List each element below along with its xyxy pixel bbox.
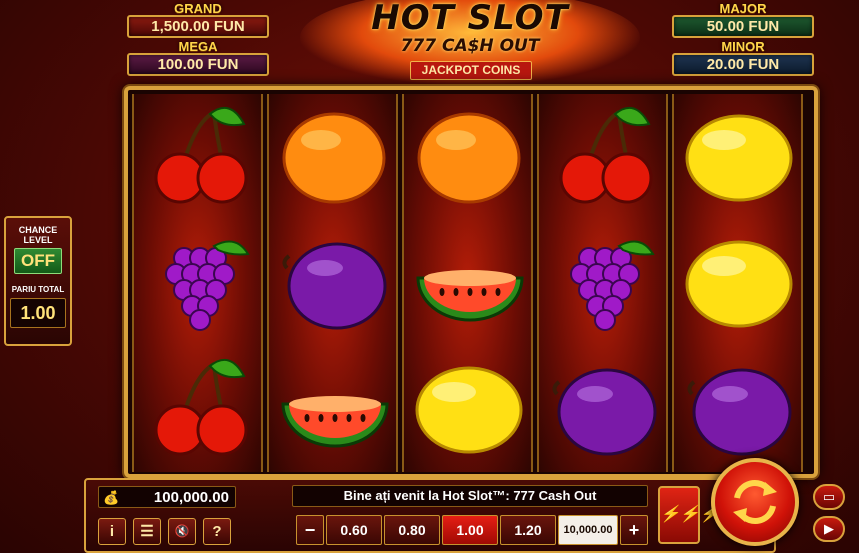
reel-cell-plum <box>674 346 805 472</box>
plum-icon <box>282 242 387 330</box>
reel-cell-lemon <box>674 220 805 346</box>
chance-level-label: CHANCE LEVEL <box>18 225 58 245</box>
plum-icon <box>552 368 657 456</box>
chance-level-toggle[interactable]: OFF <box>14 248 62 274</box>
bet-option[interactable]: 1.20 <box>500 515 556 545</box>
reel-cell-watermelon <box>269 346 400 472</box>
grapes-icon <box>570 240 655 331</box>
reel-cell-cherries <box>539 94 670 220</box>
reel-2 <box>267 94 398 472</box>
jackpot-minor-value: 20.00 FUN <box>672 53 814 76</box>
bet-plus-button[interactable]: + <box>620 515 648 545</box>
jackpot-grand-title: GRAND <box>174 1 222 16</box>
reel-cell-grapes <box>134 220 265 346</box>
reel-cell-grapes <box>539 220 670 346</box>
watermelon-icon <box>416 270 524 322</box>
money-bag-icon: 💰 <box>103 490 120 505</box>
reel-cell-orange <box>269 94 400 220</box>
reel-cell-lemon <box>404 346 535 472</box>
reel-4 <box>537 94 668 472</box>
total-bet-label: PARIU TOTAL <box>11 285 65 294</box>
help-button[interactable]: ? <box>203 518 231 545</box>
reels-frame <box>124 86 818 478</box>
jackpot-major-title: MAJOR <box>719 1 767 16</box>
spin-button[interactable] <box>711 458 799 546</box>
reel-3 <box>402 94 533 472</box>
grapes-icon <box>165 240 250 331</box>
reel-cell-lemon <box>674 94 805 220</box>
jackpot-mega: MEGA 100.00 FUN <box>127 40 269 76</box>
reel-cell-plum <box>539 346 670 472</box>
jackpot-mega-value: 100.00 FUN <box>127 53 269 76</box>
orange-icon <box>417 112 521 204</box>
jackpot-major: MAJOR 50.00 FUN <box>672 2 814 38</box>
game-logo: HOT SLOT 777 CA$H OUT JACKPOT COINS <box>300 0 640 85</box>
reel-cell-orange <box>404 94 535 220</box>
welcome-message: Bine ați venit la Hot Slot™: 777 Cash Ou… <box>292 485 648 507</box>
jackpot-mega-title: MEGA <box>178 39 218 54</box>
turbo-button[interactable]: ⚡⚡⚡ <box>658 486 720 544</box>
jackpot-grand: GRAND 1,500.00 FUN <box>127 2 269 38</box>
logo-subtitle: 777 CA$H OUT <box>400 36 540 56</box>
total-bet-value: 1.00 <box>10 298 66 328</box>
sound-button[interactable]: 🔇 <box>168 518 196 545</box>
chance-panel: CHANCE LEVEL OFF PARIU TOTAL 1.00 <box>4 216 72 346</box>
menu-button[interactable]: ☰ <box>133 518 161 545</box>
reel-cell-watermelon <box>404 220 535 346</box>
watermelon-icon <box>281 396 389 448</box>
slot-machine-icon: ▭ <box>822 489 836 504</box>
plum-icon <box>687 368 792 456</box>
bet-option[interactable]: 0.80 <box>384 515 440 545</box>
cherries-icon <box>559 106 653 204</box>
orange-icon <box>282 112 386 204</box>
play-icon: ▶ <box>824 521 834 536</box>
info-button[interactable]: i <box>98 518 126 545</box>
reel-cell-cherries <box>134 346 265 472</box>
reel-cell-cherries <box>134 94 265 220</box>
bet-minus-button[interactable]: − <box>296 515 324 545</box>
balance-value: 100,000.00 <box>153 489 229 506</box>
autoplay-settings-button[interactable]: ▭ <box>813 484 845 510</box>
cherries-icon <box>154 358 248 456</box>
logo-title: HOT SLOT <box>371 0 569 38</box>
lemon-icon <box>415 366 523 454</box>
cherries-icon <box>154 106 248 204</box>
spin-arrows-icon <box>733 480 777 524</box>
jackpot-grand-value: 1,500.00 FUN <box>127 15 269 38</box>
bet-option-max[interactable]: 10,000.00 <box>558 515 618 545</box>
reel-cell-plum <box>269 220 400 346</box>
autoplay-button[interactable]: ▶ <box>813 516 845 542</box>
bet-option-selected[interactable]: 1.00 <box>442 515 498 545</box>
jackpot-minor: MINOR 20.00 FUN <box>672 40 814 76</box>
reel-1 <box>132 94 263 472</box>
jackpot-minor-title: MINOR <box>721 39 765 54</box>
bet-option[interactable]: 0.60 <box>326 515 382 545</box>
lemon-icon <box>685 240 793 328</box>
lemon-icon <box>685 114 793 202</box>
jackpot-major-value: 50.00 FUN <box>672 15 814 38</box>
jackpot-coins-label: JACKPOT COINS <box>410 61 532 80</box>
reel-5 <box>672 94 803 472</box>
balance-display: 💰 100,000.00 <box>98 486 236 508</box>
